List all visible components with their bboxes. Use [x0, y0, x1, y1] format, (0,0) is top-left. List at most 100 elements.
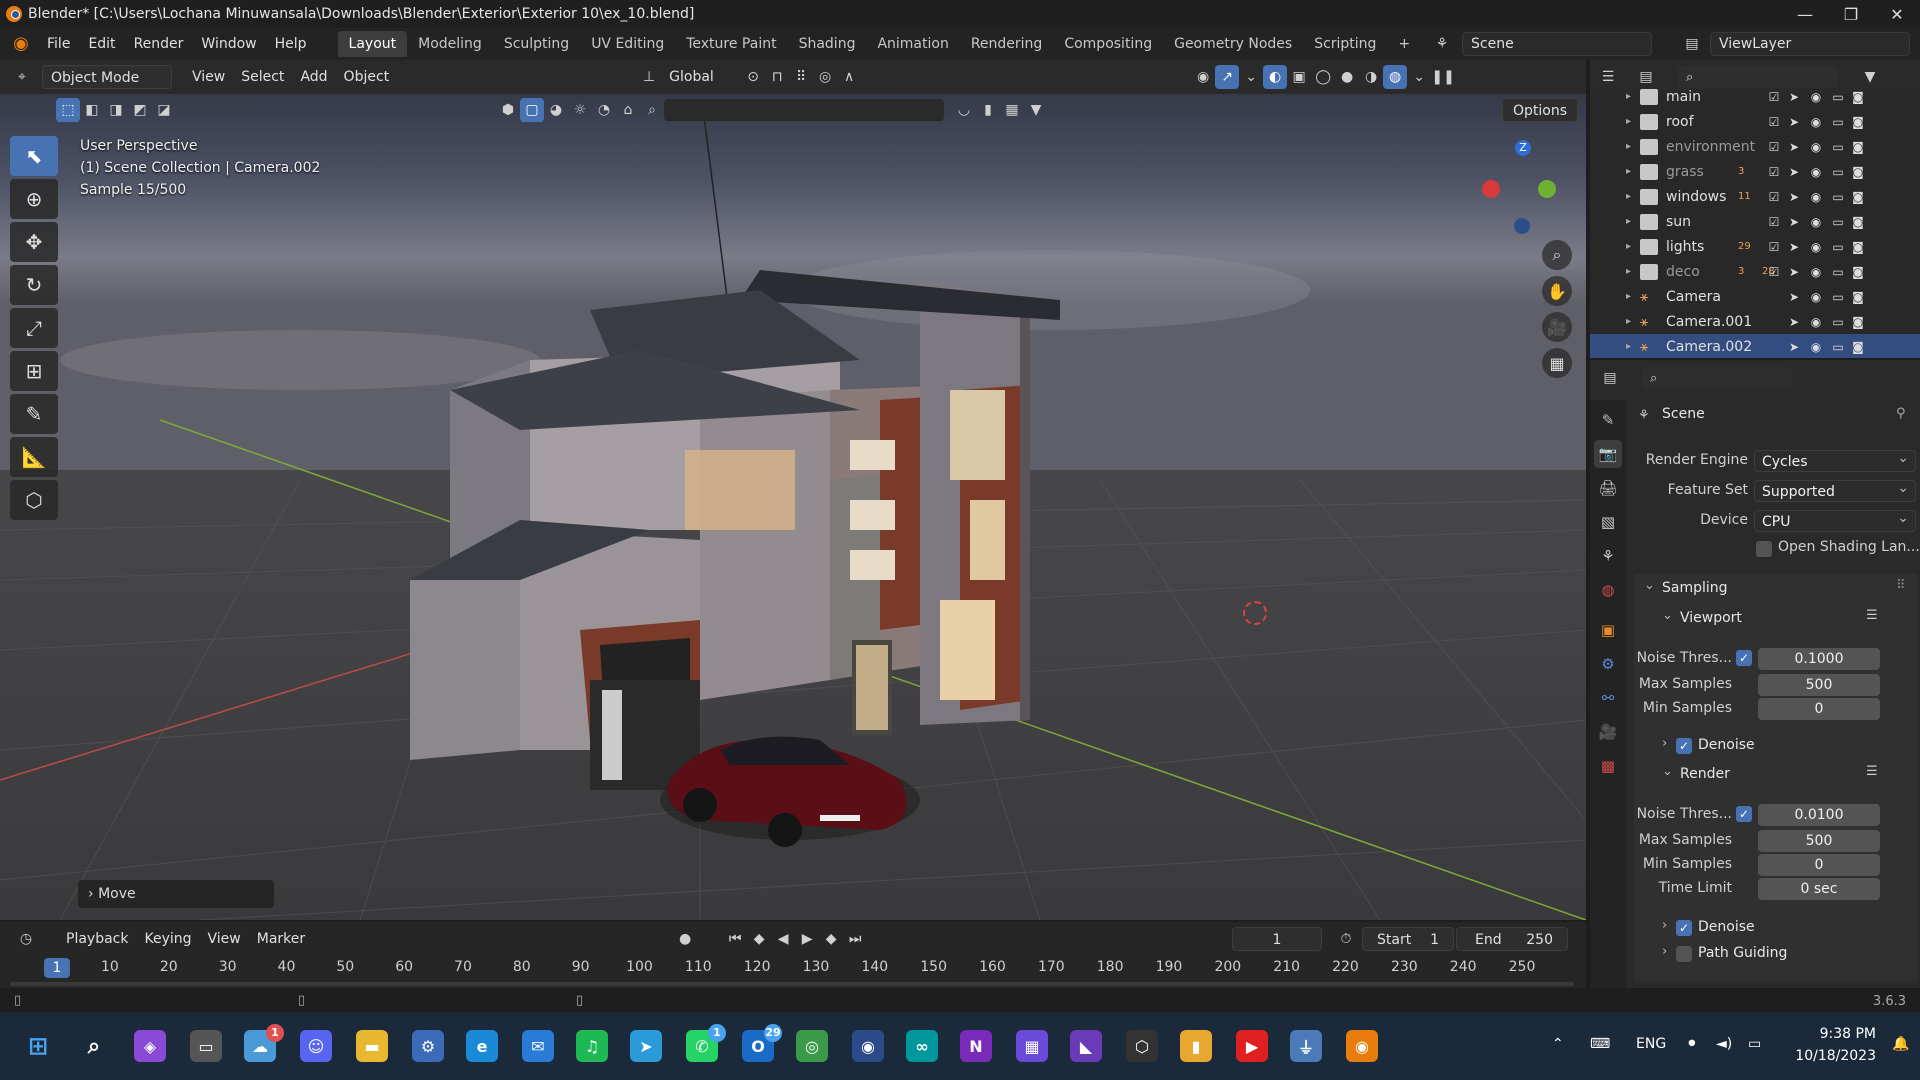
tab-scripting[interactable]: Scripting: [1303, 31, 1387, 57]
outliner-row[interactable]: ▸ ⚹ Camera.002 ➤ ◉ ▭ ◙: [1590, 334, 1920, 358]
render-max-samples-field[interactable]: 500: [1758, 830, 1880, 852]
expand-arrow-icon[interactable]: ▸: [1626, 166, 1631, 177]
outliner-row[interactable]: ▸ ⚹ Camera.001 ➤ ◉ ▭ ◙: [1590, 309, 1920, 334]
menu-select[interactable]: Select: [233, 65, 292, 89]
render-noise-field[interactable]: 0.0100: [1758, 804, 1880, 826]
hide-viewport-eye-icon[interactable]: ◉: [1808, 314, 1824, 330]
exclude-checkbox-icon[interactable]: ☑: [1766, 189, 1782, 205]
object-tab-icon[interactable]: ▣: [1594, 616, 1622, 644]
task-view-icon[interactable]: ▭: [190, 1030, 222, 1062]
expand-arrow-icon[interactable]: ▸: [1626, 191, 1631, 202]
properties-editor-icon[interactable]: ▤: [1598, 366, 1622, 390]
jump-end-icon[interactable]: ⏭: [843, 927, 867, 951]
tab-animation[interactable]: Animation: [866, 31, 959, 57]
selectable-arrow-icon[interactable]: ➤: [1786, 289, 1802, 305]
viewport-min-samples-field[interactable]: 0: [1758, 698, 1880, 720]
filter-dropdown-icon[interactable]: ◡: [952, 98, 976, 122]
tab-compositing[interactable]: Compositing: [1053, 31, 1163, 57]
disable-viewport-monitor-icon[interactable]: ▭: [1830, 214, 1846, 230]
chevron-right-icon[interactable]: ›: [1662, 944, 1667, 959]
close-button[interactable]: ✕: [1874, 0, 1920, 28]
3d-cursor[interactable]: [1243, 601, 1267, 625]
render-camera-icon[interactable]: ◙: [1850, 264, 1866, 280]
keying-menu[interactable]: Keying: [136, 927, 199, 951]
chevron-down-icon[interactable]: ⌄: [1662, 608, 1673, 623]
move-tool-icon[interactable]: ✥: [10, 222, 58, 262]
transform-tool-icon[interactable]: ⊞: [10, 351, 58, 391]
xbox-icon[interactable]: ◎: [796, 1030, 828, 1062]
gizmo-x-axis[interactable]: [1482, 180, 1500, 198]
overlay-dropdown-icon[interactable]: ⌄: [1239, 65, 1263, 89]
filter-world-icon[interactable]: ◔: [592, 98, 616, 122]
expand-arrow-icon[interactable]: ▸: [1626, 341, 1631, 352]
copilot-icon[interactable]: ◈: [134, 1030, 166, 1062]
disable-viewport-monitor-icon[interactable]: ▭: [1830, 339, 1846, 355]
hide-viewport-eye-icon[interactable]: ◉: [1808, 89, 1824, 105]
notifications-icon[interactable]: 🔔: [1892, 1036, 1909, 1052]
solid-shading-icon[interactable]: ●: [1335, 65, 1359, 89]
selectable-arrow-icon[interactable]: ➤: [1786, 214, 1802, 230]
timeline-editor-icon[interactable]: ◷: [14, 927, 38, 951]
search-icon[interactable]: ⌕: [640, 98, 664, 122]
auto-keying-icon[interactable]: ●: [673, 927, 697, 951]
maximize-button[interactable]: ❐: [1828, 0, 1874, 28]
telegram-icon[interactable]: ➤: [630, 1030, 662, 1062]
hide-viewport-eye-icon[interactable]: ◉: [1808, 189, 1824, 205]
notes-icon[interactable]: ▮: [1180, 1030, 1212, 1062]
modifiers-tab-icon[interactable]: ⚙: [1594, 650, 1622, 678]
language-indicator[interactable]: ENG: [1636, 1036, 1666, 1052]
filter-sphere-icon[interactable]: ◕: [544, 98, 568, 122]
tray-overflow-icon[interactable]: ⌃: [1552, 1036, 1564, 1052]
tab-sculpting[interactable]: Sculpting: [493, 31, 580, 57]
pause-render-icon[interactable]: ❚❚: [1431, 65, 1455, 89]
minimize-button[interactable]: —: [1782, 0, 1828, 28]
hide-viewport-eye-icon[interactable]: ◉: [1808, 289, 1824, 305]
transform-orientation-dropdown[interactable]: Global: [661, 65, 741, 89]
playhead[interactable]: 1: [44, 958, 70, 978]
mail-icon[interactable]: ✉: [522, 1030, 554, 1062]
pin-icon[interactable]: ⚲: [1896, 406, 1906, 421]
playback-menu[interactable]: Playback: [58, 927, 136, 951]
expand-arrow-icon[interactable]: ▸: [1626, 141, 1631, 152]
exclude-checkbox-icon[interactable]: ☑: [1766, 214, 1782, 230]
hide-viewport-eye-icon[interactable]: ◉: [1808, 264, 1824, 280]
editor-type-icon[interactable]: ⌖: [10, 65, 34, 89]
shading-dropdown-icon[interactable]: ⌄: [1407, 65, 1431, 89]
blender-taskbar-icon[interactable]: ◉: [1346, 1030, 1378, 1062]
exclude-checkbox-icon[interactable]: [1766, 314, 1782, 330]
menu-add[interactable]: Add: [292, 65, 335, 89]
render-camera-icon[interactable]: ◙: [1850, 214, 1866, 230]
render-engine-dropdown[interactable]: Cycles: [1754, 447, 1916, 472]
hide-viewport-eye-icon[interactable]: ◉: [1808, 114, 1824, 130]
tab-uv-editing[interactable]: UV Editing: [580, 31, 675, 57]
render-camera-icon[interactable]: ◙: [1850, 314, 1866, 330]
network-icon[interactable]: ⚫: [1686, 1036, 1698, 1052]
tab-modeling[interactable]: Modeling: [407, 31, 493, 57]
render-camera-icon[interactable]: ◙: [1850, 89, 1866, 105]
outlook-icon[interactable]: O 29: [742, 1024, 782, 1062]
rotate-tool-icon[interactable]: ↻: [10, 265, 58, 305]
viewport-max-samples-field[interactable]: 500: [1758, 674, 1880, 696]
time-limit-field[interactable]: 0 sec: [1758, 878, 1880, 900]
gizmo-toggle-icon[interactable]: ↗: [1215, 65, 1240, 89]
tab-shading[interactable]: Shading: [788, 31, 867, 57]
presets-list-icon[interactable]: ☰: [1866, 764, 1878, 779]
exclude-checkbox-icon[interactable]: ☑: [1766, 114, 1782, 130]
menu-view[interactable]: View: [184, 65, 233, 89]
chat-icon[interactable]: ☺: [300, 1030, 332, 1062]
chevron-down-icon[interactable]: ⌄: [1644, 578, 1655, 593]
view-layer-tab-icon[interactable]: ▧: [1594, 508, 1622, 536]
play-reverse-icon[interactable]: ◀: [771, 927, 795, 951]
start-frame-field[interactable]: Start 1: [1362, 927, 1454, 951]
presets-list-icon[interactable]: ☰: [1866, 608, 1878, 623]
world-tab-icon[interactable]: ◍: [1594, 576, 1622, 604]
render-camera-icon[interactable]: ◙: [1850, 114, 1866, 130]
hide-viewport-eye-icon[interactable]: ◉: [1808, 164, 1824, 180]
selectable-arrow-icon[interactable]: ➤: [1786, 189, 1802, 205]
selectable-arrow-icon[interactable]: ➤: [1786, 339, 1802, 355]
steam-icon[interactable]: ◉: [852, 1030, 884, 1062]
falloff-icon[interactable]: ∧: [837, 65, 861, 89]
outliner-row[interactable]: ▸ ⚹ Camera ➤ ◉ ▭ ◙: [1590, 284, 1920, 309]
outliner-row[interactable]: ▸ windows 11 ☑ ➤ ◉ ▭ ◙: [1590, 184, 1920, 209]
render-camera-icon[interactable]: ◙: [1850, 189, 1866, 205]
